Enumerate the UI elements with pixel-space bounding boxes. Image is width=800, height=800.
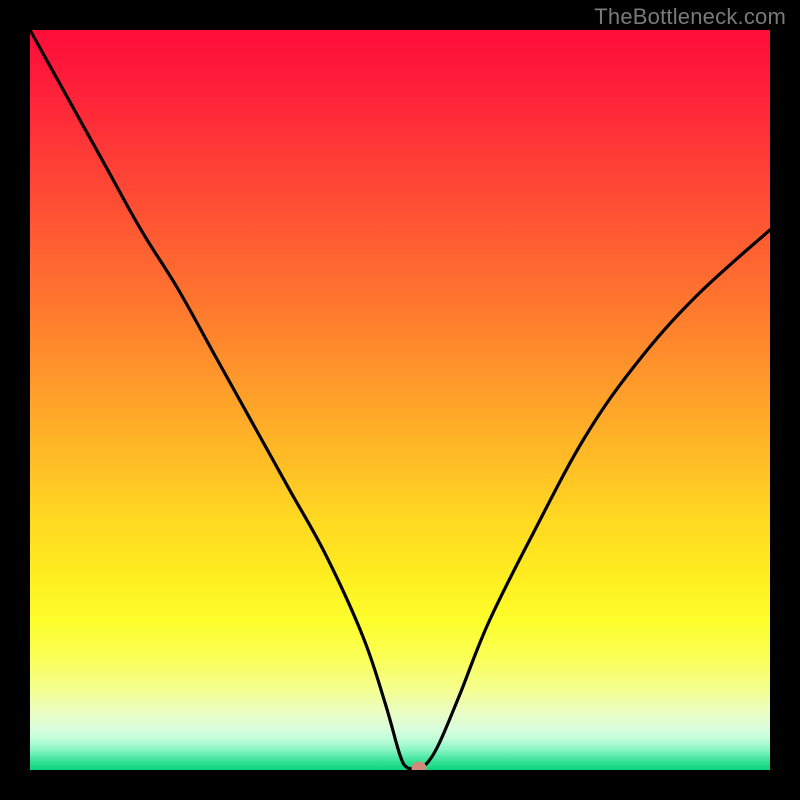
- plot-area: [30, 30, 770, 770]
- bottleneck-curve: [30, 30, 770, 770]
- watermark-label: TheBottleneck.com: [594, 4, 786, 30]
- min-point-marker: [411, 761, 426, 770]
- chart-frame: TheBottleneck.com: [0, 0, 800, 800]
